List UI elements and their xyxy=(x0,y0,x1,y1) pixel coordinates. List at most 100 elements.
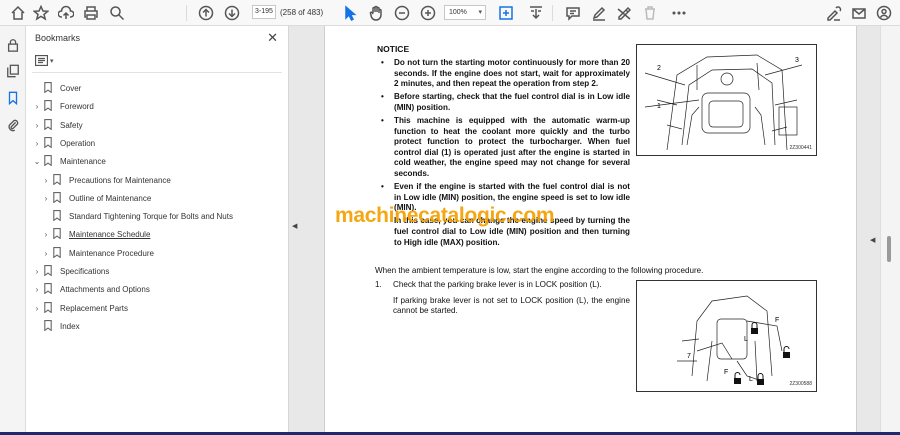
star-icon[interactable] xyxy=(31,3,51,23)
bookmark-panel-icon[interactable] xyxy=(4,89,22,107)
bookmark-item-specifications[interactable]: › Specifications xyxy=(32,263,109,279)
expand-chevron-icon[interactable]: › xyxy=(41,176,51,185)
scroll-mode-icon[interactable] xyxy=(526,3,546,23)
bookmark-item-outline[interactable]: › Outline of Maintenance xyxy=(41,190,151,206)
page-count: (258 of 483) xyxy=(280,7,324,17)
expand-chevron-icon[interactable]: › xyxy=(32,139,42,148)
zoom-out-icon[interactable] xyxy=(392,3,412,23)
figure-fuel-control-dial: 2 3 1 2Z300441 xyxy=(636,44,817,156)
bookmark-item-tightening-torque[interactable]: Standard Tightening Torque for Bolts and… xyxy=(41,208,233,224)
figure-callout: L xyxy=(744,336,748,343)
step-note: If parking brake lever is not set to LOC… xyxy=(393,295,630,316)
page-navigator: 3-195 (258 of 483) xyxy=(252,5,323,19)
bookmark-label: Index xyxy=(60,321,80,331)
highlight-pen-icon[interactable] xyxy=(589,3,609,23)
step-text: Check that the parking brake lever is in… xyxy=(393,280,602,289)
expand-chevron-icon[interactable]: › xyxy=(32,267,42,276)
collapse-right-panel-icon[interactable]: ◀ xyxy=(870,236,875,244)
cloud-upload-icon[interactable] xyxy=(56,3,76,23)
account-icon[interactable] xyxy=(874,3,894,23)
bookmark-icon xyxy=(53,174,63,186)
select-cursor-icon[interactable] xyxy=(340,3,360,23)
toolbar-divider xyxy=(186,5,187,21)
bookmark-item-precautions[interactable]: › Precautions for Maintenance xyxy=(41,172,171,188)
navigation-rail xyxy=(0,26,26,435)
bookmark-item-attachments[interactable]: › Attachments and Options xyxy=(32,281,150,297)
expand-chevron-icon[interactable]: › xyxy=(32,285,42,294)
bookmark-label: Maintenance Procedure xyxy=(69,248,154,258)
collapse-chevron-icon[interactable]: ⌄ xyxy=(32,157,42,166)
watermark-text: machinecatalogic.com xyxy=(335,204,555,227)
fill-sign-icon[interactable] xyxy=(824,3,844,23)
close-icon[interactable]: ✕ xyxy=(267,30,278,46)
figure-callout: L xyxy=(749,376,753,383)
bookmark-label: Safety xyxy=(60,120,83,130)
expand-chevron-icon[interactable]: › xyxy=(41,230,51,239)
previous-page-icon[interactable] xyxy=(196,3,216,23)
bookmark-item-maintenance-schedule[interactable]: › Maintenance Schedule xyxy=(41,226,150,242)
delete-icon[interactable] xyxy=(640,3,660,23)
brake-lever-illustration xyxy=(677,295,790,385)
bookmarks-title: Bookmarks xyxy=(35,33,81,43)
bookmark-item-index[interactable]: Index xyxy=(32,318,80,334)
bookmark-label: Attachments and Options xyxy=(60,284,150,294)
draw-tool-icon[interactable] xyxy=(614,3,634,23)
notice-item: This machine is equipped with the automa… xyxy=(377,116,630,180)
fit-page-icon[interactable] xyxy=(496,3,516,23)
hand-tool-icon[interactable] xyxy=(366,3,386,23)
bookmark-item-maintenance-procedure[interactable]: › Maintenance Procedure xyxy=(41,245,154,261)
expand-chevron-icon[interactable]: › xyxy=(41,194,51,203)
bookmark-label: Precautions for Maintenance xyxy=(69,175,171,185)
zoom-level-select[interactable]: 100% xyxy=(444,5,486,20)
print-icon[interactable] xyxy=(81,3,101,23)
bookmark-label: Maintenance xyxy=(60,156,106,166)
expand-chevron-icon[interactable]: › xyxy=(32,121,42,130)
bookmark-options-button[interactable]: ▾ xyxy=(35,55,54,66)
page-number-input[interactable]: 3-195 xyxy=(252,5,276,19)
figure-callout: 2 xyxy=(657,65,661,72)
toolbar-divider xyxy=(552,5,553,21)
comment-icon[interactable] xyxy=(563,3,583,23)
main-toolbar: 3-195 (258 of 483) 100% xyxy=(0,0,900,26)
bookmark-item-operation[interactable]: › Operation xyxy=(32,135,95,151)
expand-chevron-icon[interactable]: › xyxy=(32,304,42,313)
bookmark-label: Outline of Maintenance xyxy=(69,193,152,203)
bookmark-icon xyxy=(44,100,54,112)
collapse-left-panel-icon[interactable]: ◀ xyxy=(292,222,297,230)
home-icon[interactable] xyxy=(8,3,28,23)
attachment-icon[interactable] xyxy=(4,116,22,134)
bookmark-icon xyxy=(44,265,54,277)
scrollbar-thumb[interactable] xyxy=(887,236,891,262)
pdf-page: NOTICE Do not turn the starting motor co… xyxy=(324,26,857,435)
expand-chevron-icon[interactable]: › xyxy=(32,102,42,111)
bookmark-item-cover[interactable]: Cover xyxy=(32,80,81,96)
bookmark-icon xyxy=(53,192,63,204)
bookmark-icon xyxy=(53,247,63,259)
bookmark-item-safety[interactable]: › Safety xyxy=(32,117,83,133)
list-options-icon xyxy=(35,55,48,66)
vertical-scrollbar[interactable] xyxy=(880,26,900,435)
email-icon[interactable] xyxy=(849,3,869,23)
bookmark-item-replacement-parts[interactable]: › Replacement Parts xyxy=(32,300,128,316)
notice-heading: NOTICE xyxy=(377,44,410,54)
notice-item: Do not turn the starting motor continuou… xyxy=(377,58,630,90)
figure-parking-brake-lever: F L F L 7 2Z300588 xyxy=(636,280,817,392)
more-tools-icon[interactable] xyxy=(669,3,689,23)
bookmark-item-foreword[interactable]: › Foreword xyxy=(32,98,94,114)
lock-icon[interactable] xyxy=(4,36,22,54)
expand-chevron-icon[interactable]: › xyxy=(41,249,51,258)
bookmark-label: Specifications xyxy=(60,266,110,276)
figure-callout: 1 xyxy=(657,103,661,110)
page-thumbnails-icon[interactable] xyxy=(4,62,22,80)
bookmark-label: Cover xyxy=(60,83,82,93)
next-page-icon[interactable] xyxy=(222,3,242,23)
search-icon[interactable] xyxy=(107,3,127,23)
bookmark-icon xyxy=(53,210,63,222)
cab-illustration xyxy=(644,54,803,151)
panel-divider xyxy=(32,72,282,73)
bookmark-icon xyxy=(44,82,54,94)
bookmark-label: Operation xyxy=(60,138,96,148)
bookmark-item-maintenance[interactable]: ⌄ Maintenance xyxy=(32,153,106,169)
figure-callout: 3 xyxy=(795,57,799,64)
zoom-in-icon[interactable] xyxy=(418,3,438,23)
